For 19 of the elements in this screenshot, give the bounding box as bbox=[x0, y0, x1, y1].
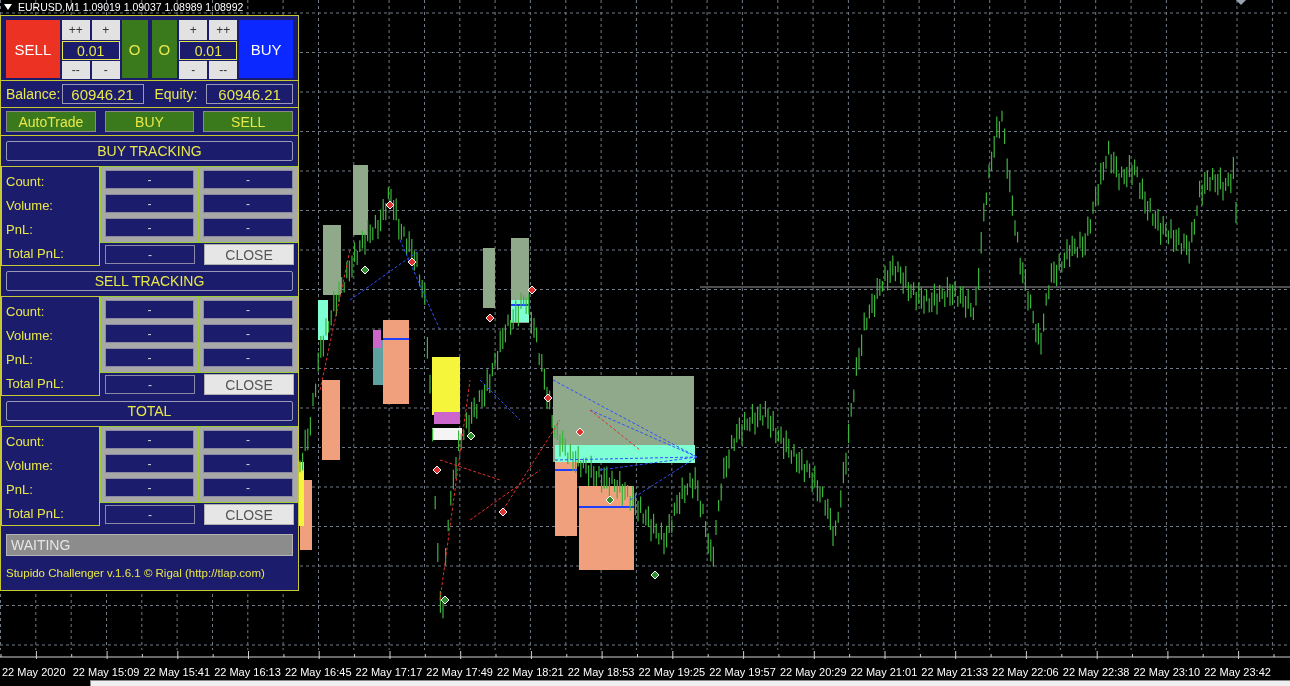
time-axis-label: 22 May 2020 bbox=[2, 666, 66, 678]
time-axis-label: 22 May 20:29 bbox=[779, 666, 847, 678]
time-axis-label: 22 May 16:13 bbox=[214, 666, 281, 678]
time-axis-label: 22 May 23:10 bbox=[1133, 666, 1201, 678]
time-axis-label: 22 May 15:41 bbox=[143, 666, 211, 678]
time-axis-label: 22 May 21:33 bbox=[921, 666, 988, 678]
time-axis-label: 22 May 17:49 bbox=[426, 666, 493, 678]
time-axis-label: 22 May 21:01 bbox=[850, 666, 918, 678]
time-axis-label: 22 May 22:06 bbox=[992, 666, 1059, 678]
time-axis-label: 22 May 18:53 bbox=[567, 666, 635, 678]
time-axis-label: 22 May 19:25 bbox=[638, 666, 706, 678]
time-axis-label: 22 May 16:45 bbox=[284, 666, 352, 678]
time-axis-label: 22 May 23:42 bbox=[1204, 666, 1271, 678]
time-axis-label: 22 May 18:21 bbox=[497, 666, 564, 678]
time-axis-label: 22 May 22:38 bbox=[1062, 666, 1130, 678]
time-axis-label: 22 May 19:57 bbox=[709, 666, 776, 678]
time-axis-label: 22 May 17:17 bbox=[355, 666, 423, 678]
horizontal-scrollbar[interactable] bbox=[90, 680, 1290, 686]
time-axis-label: 22 May 15:09 bbox=[72, 666, 140, 678]
